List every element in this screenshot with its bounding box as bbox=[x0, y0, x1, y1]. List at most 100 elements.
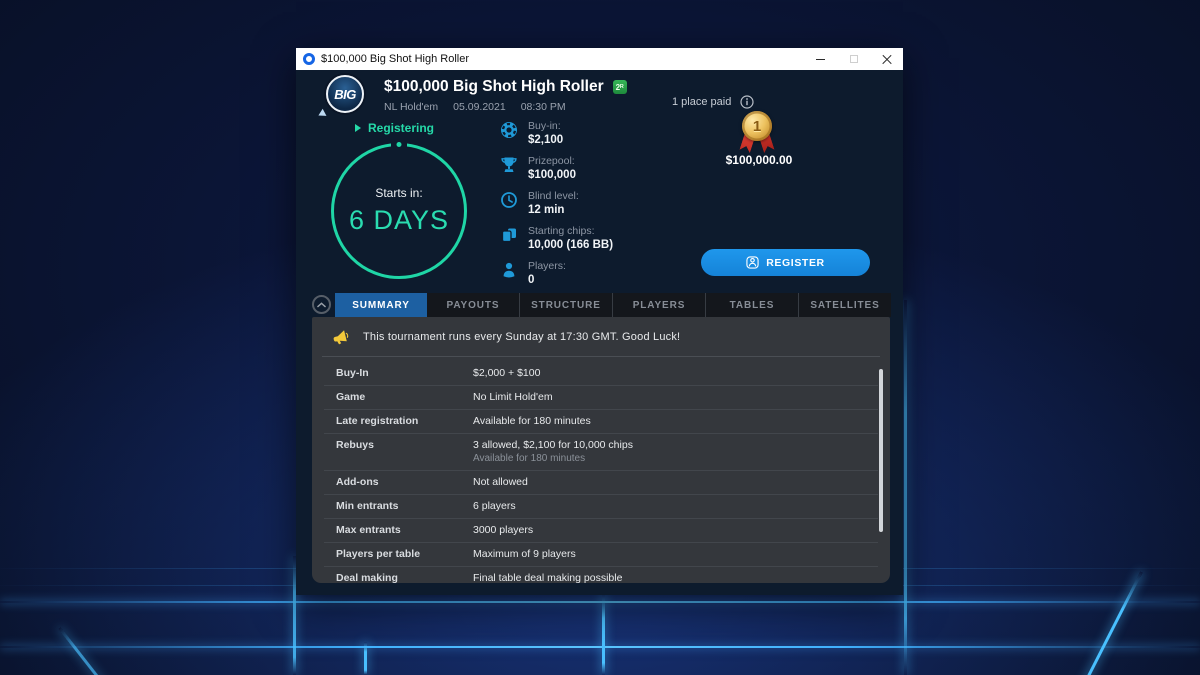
chevron-up-icon bbox=[317, 302, 326, 308]
megaphone-icon bbox=[332, 329, 350, 345]
places-paid-label: 1 place paid bbox=[672, 96, 731, 108]
players-icon bbox=[500, 261, 518, 279]
grid-line bbox=[0, 646, 1200, 648]
collapse-panel-button[interactable] bbox=[312, 295, 331, 314]
tab-bar: SUMMARY PAYOUTS STRUCTURE PLAYERS TABLES… bbox=[335, 293, 891, 317]
registration-status: Registering bbox=[355, 121, 434, 135]
maximize-icon bbox=[850, 55, 858, 63]
detail-row-min-entrants: Min entrants 6 players bbox=[324, 495, 878, 519]
tournament-window: $100,000 Big Shot High Roller BIG $100,0… bbox=[296, 48, 903, 595]
stat-players: Players: 0 bbox=[500, 260, 613, 287]
detail-value-text: Maximum of 9 players bbox=[473, 548, 840, 560]
logo-arrow-icon bbox=[318, 109, 328, 119]
starting-chips-icon bbox=[500, 226, 518, 244]
countdown-ring: Starts in: 6 DAYS bbox=[331, 143, 467, 279]
stat-starting-chips: Starting chips: 10,000 (166 BB) bbox=[500, 225, 613, 252]
game-type: NL Hold'em bbox=[384, 101, 438, 113]
register-button[interactable]: REGISTER bbox=[701, 249, 870, 276]
registration-status-label: Registering bbox=[368, 121, 434, 135]
countdown-label: Starts in: bbox=[375, 186, 422, 200]
grid-line bbox=[364, 642, 367, 675]
places-paid-row: 1 place paid bbox=[672, 95, 754, 109]
detail-row-game: Game No Limit Hold'em bbox=[324, 386, 878, 410]
detail-value: Not allowed bbox=[473, 476, 866, 488]
detail-label: Min entrants bbox=[336, 500, 473, 512]
stat-value: 10,000 (166 BB) bbox=[528, 239, 613, 252]
detail-value-text: No Limit Hold'em bbox=[473, 391, 840, 403]
tab-satellites[interactable]: SATELLITES bbox=[799, 293, 891, 317]
poker-chip-icon bbox=[500, 121, 518, 139]
detail-label: Add-ons bbox=[336, 476, 473, 488]
detail-value: Final table deal making possible bbox=[473, 572, 866, 583]
stat-buyin: Buy-in: $2,100 bbox=[500, 120, 613, 147]
grid-line bbox=[58, 627, 113, 675]
detail-value: Available for 180 minutes bbox=[473, 415, 866, 427]
stat-value: $100,000 bbox=[528, 169, 576, 182]
register-button-label: REGISTER bbox=[766, 257, 824, 269]
countdown-value: 6 DAYS bbox=[349, 205, 449, 236]
tournament-logo: BIG bbox=[326, 75, 364, 113]
detail-value: $2,000 + $100 bbox=[473, 367, 866, 379]
stat-label: Players: bbox=[528, 260, 566, 272]
tab-summary[interactable]: SUMMARY bbox=[335, 293, 427, 317]
grid-line bbox=[602, 594, 605, 675]
detail-value-text: $2,000 + $100 bbox=[473, 367, 840, 379]
detail-row-max-entrants: Max entrants 3000 players bbox=[324, 519, 878, 543]
stat-blind-level: Blind level: 12 min bbox=[500, 190, 613, 217]
play-triangle-icon bbox=[355, 124, 361, 132]
detail-row-rebuys: Rebuys 3 allowed, $2,100 for 10,000 chip… bbox=[324, 434, 878, 471]
detail-label: Rebuys bbox=[336, 439, 473, 451]
first-prize-amount: $100,000.00 bbox=[679, 153, 839, 167]
detail-value-text: 3000 players bbox=[473, 524, 840, 536]
detail-row-late-registration: Late registration Available for 180 minu… bbox=[324, 410, 878, 434]
register-person-icon bbox=[746, 256, 759, 269]
window-content: BIG $100,000 Big Shot High Roller 2ᴿ NL … bbox=[296, 70, 903, 595]
tournament-time: 08:30 PM bbox=[521, 101, 566, 113]
tournament-title-row: $100,000 Big Shot High Roller 2ᴿ bbox=[384, 78, 627, 96]
stat-value: $2,100 bbox=[528, 134, 563, 147]
tab-tables[interactable]: TABLES bbox=[706, 293, 799, 317]
detail-row-addons: Add-ons Not allowed bbox=[324, 471, 878, 495]
desktop-background: $100,000 Big Shot High Roller BIG $100,0… bbox=[0, 0, 1200, 675]
detail-value-text: 6 players bbox=[473, 500, 840, 512]
announcement-text: This tournament runs every Sunday at 17:… bbox=[363, 331, 680, 343]
window-titlebar[interactable]: $100,000 Big Shot High Roller bbox=[296, 48, 903, 70]
medal-rank: 1 bbox=[742, 111, 772, 141]
stat-label: Prizepool: bbox=[528, 155, 576, 167]
tournament-stats: Buy-in: $2,100 Prizepool: $100,000 bbox=[500, 120, 613, 295]
tournament-title: $100,000 Big Shot High Roller bbox=[384, 78, 604, 96]
close-button[interactable] bbox=[870, 48, 903, 70]
clock-icon bbox=[500, 191, 518, 209]
detail-value-text: 3 allowed, $2,100 for 10,000 chips bbox=[473, 439, 840, 451]
detail-row-deal-making: Deal making Final table deal making poss… bbox=[324, 567, 878, 583]
tab-payouts[interactable]: PAYOUTS bbox=[427, 293, 520, 317]
stat-value: 12 min bbox=[528, 204, 579, 217]
minimize-button[interactable] bbox=[804, 48, 837, 70]
stat-label: Blind level: bbox=[528, 190, 579, 202]
tab-structure[interactable]: STRUCTURE bbox=[520, 293, 613, 317]
app-logo-icon bbox=[303, 53, 315, 65]
detail-label: Max entrants bbox=[336, 524, 473, 536]
detail-sub-text: Available for 180 minutes bbox=[473, 453, 840, 464]
maximize-button[interactable] bbox=[837, 48, 870, 70]
first-place-medal: 1 bbox=[739, 111, 775, 159]
info-icon[interactable] bbox=[740, 95, 754, 109]
announcement-row: This tournament runs every Sunday at 17:… bbox=[312, 317, 890, 355]
detail-label: Late registration bbox=[336, 415, 473, 427]
close-icon bbox=[882, 54, 892, 64]
stat-value: 0 bbox=[528, 274, 566, 287]
divider bbox=[322, 356, 880, 357]
minimize-icon bbox=[816, 59, 825, 60]
detail-value: No Limit Hold'em bbox=[473, 391, 866, 403]
detail-value: 3 allowed, $2,100 for 10,000 chips Avail… bbox=[473, 439, 866, 464]
tab-players[interactable]: PLAYERS bbox=[613, 293, 706, 317]
detail-value: 6 players bbox=[473, 500, 866, 512]
grid-line bbox=[1077, 571, 1143, 675]
detail-value: Maximum of 9 players bbox=[473, 548, 866, 560]
detail-value: 3000 players bbox=[473, 524, 866, 536]
ring-progress-dot bbox=[397, 142, 402, 147]
scrollbar-thumb[interactable] bbox=[879, 369, 883, 532]
summary-panel: This tournament runs every Sunday at 17:… bbox=[312, 317, 890, 583]
stat-label: Buy-in: bbox=[528, 120, 563, 132]
grid-line bbox=[904, 300, 907, 675]
